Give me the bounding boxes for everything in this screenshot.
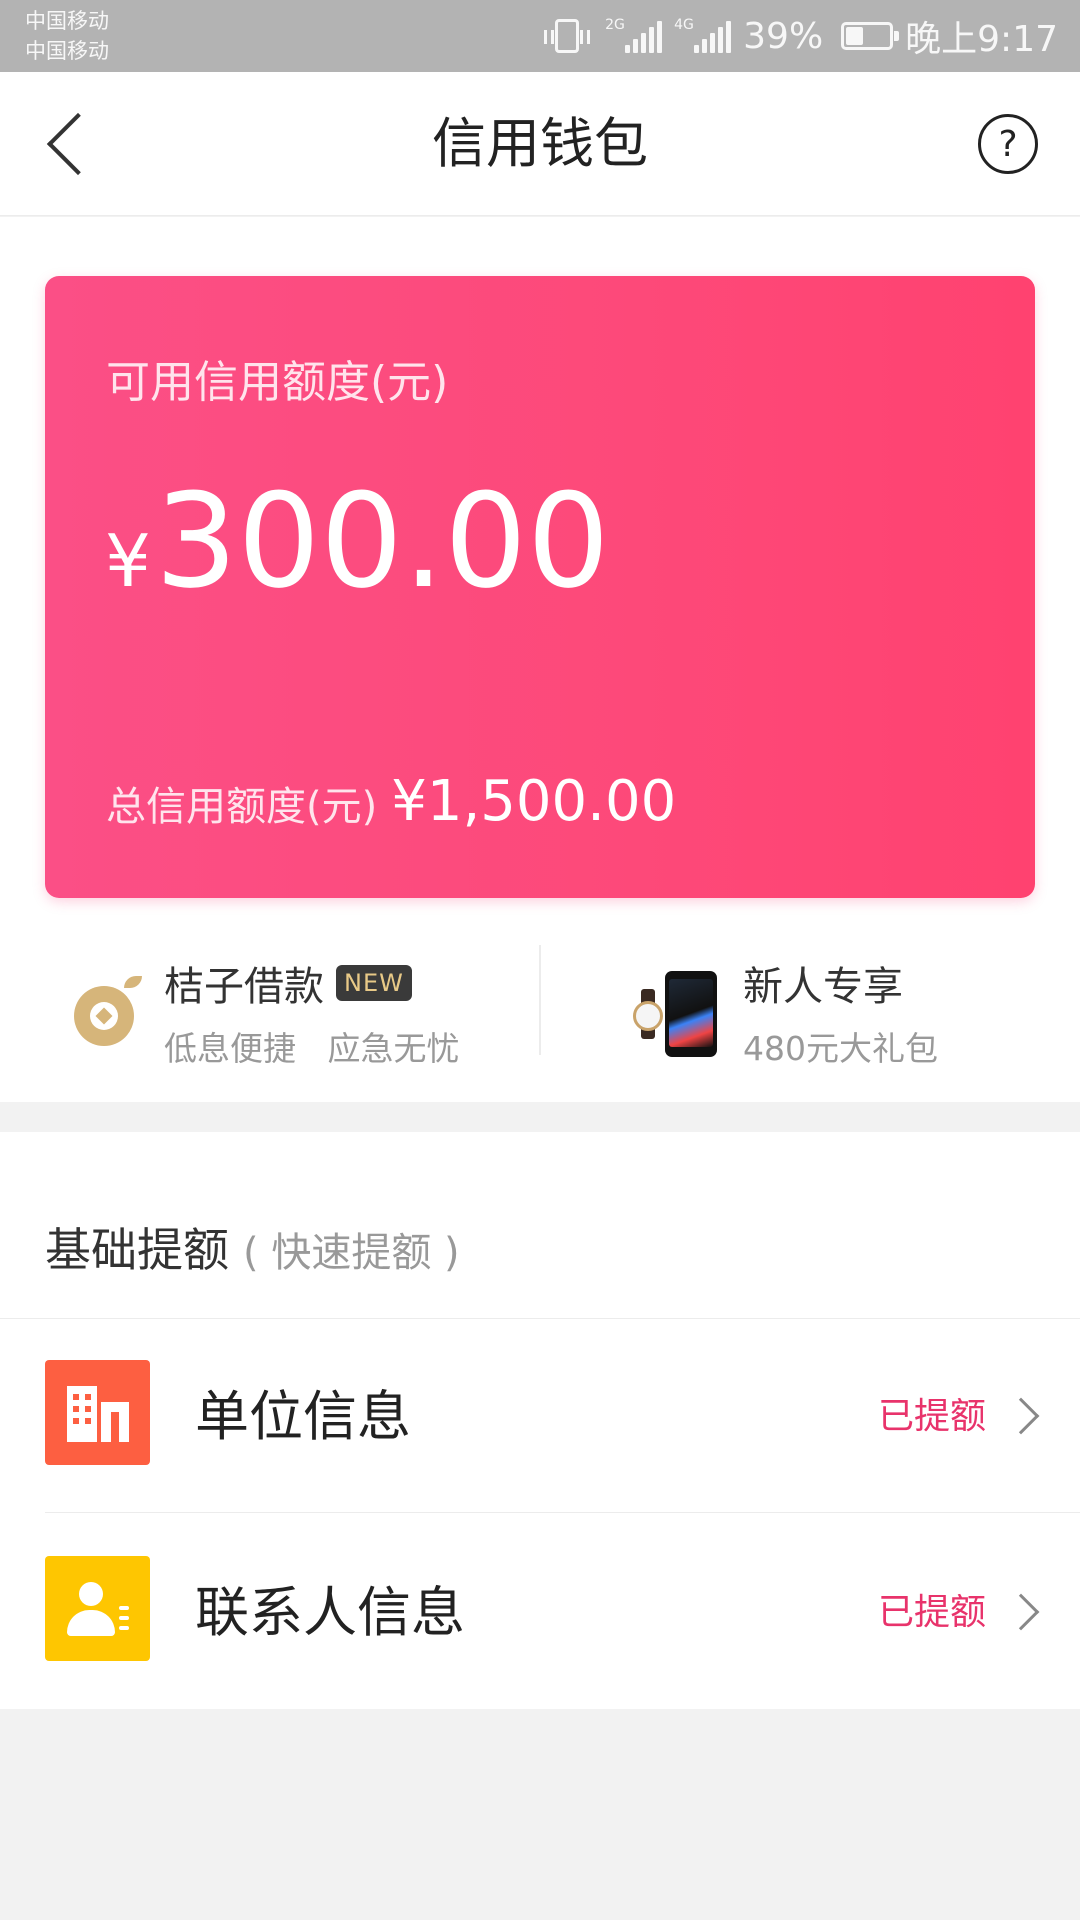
section-gap — [0, 1102, 1080, 1132]
phone-watch-icon — [631, 967, 721, 1057]
section-header: 基础提额 ( 快速提额 ) — [45, 1214, 460, 1280]
section-subtitle: ( 快速提额 ) — [243, 1230, 460, 1276]
new-badge: NEW — [336, 965, 412, 1001]
vibrate-icon — [544, 19, 591, 53]
item-status: 已提额 — [877, 1592, 986, 1633]
promo-newcomer-subtitle: 480元大礼包 — [743, 1029, 938, 1068]
network-type-1: 2G — [605, 17, 625, 33]
page-title: 信用钱包 — [432, 112, 648, 175]
carrier-2: 中国移动 — [25, 39, 109, 63]
row-divider — [45, 1512, 1080, 1513]
credit-boost-section: 基础提额 ( 快速提额 ) 单位信息 已提额 联系人信息 已提额 — [0, 1132, 1080, 1709]
battery-icon — [841, 22, 900, 50]
total-credit: 总信用额度(元) ¥1,500.00 — [106, 769, 676, 834]
list-item-company-info[interactable]: 单位信息 已提额 — [0, 1319, 1080, 1514]
carrier-1: 中国移动 — [25, 9, 109, 33]
nav-bar: 信用钱包 ? — [0, 72, 1080, 216]
promo-newcomer-title: 新人专享 — [743, 964, 903, 1010]
help-question-icon[interactable]: ? — [978, 114, 1038, 174]
list-item-contact-info[interactable]: 联系人信息 已提额 — [0, 1515, 1080, 1710]
available-amount-value: 300.00 — [154, 465, 610, 617]
available-credit-amount: ¥ 300.00 — [105, 476, 610, 606]
battery-fill — [846, 27, 864, 45]
orange-coin-icon — [70, 976, 142, 1048]
status-bar: 中国移动 中国移动 2G 4G 39% 晚上9:17 — [0, 0, 1080, 72]
clock: 晚上9:17 — [905, 19, 1058, 60]
item-status: 已提额 — [877, 1396, 986, 1437]
battery-percent: 39% — [743, 15, 824, 57]
section-title: 基础提额 — [45, 1223, 229, 1277]
promo-loan[interactable]: 桔子借款 NEW 低息便捷 应急无忧 — [0, 942, 540, 1082]
network-type-2: 4G — [674, 17, 694, 33]
available-credit-label: 可用信用额度(元) — [106, 357, 449, 408]
carrier-info: 中国移动 中国移动 — [25, 6, 109, 66]
currency-symbol: ¥ — [105, 519, 151, 603]
status-icons: 2G 4G 39% 晚上9:17 — [544, 0, 1058, 72]
promo-divider — [539, 945, 541, 1055]
building-icon — [45, 1360, 150, 1465]
item-label: 联系人信息 — [195, 1581, 465, 1644]
promo-loan-title: 桔子借款 — [164, 964, 324, 1010]
item-label: 单位信息 — [195, 1385, 411, 1448]
promo-loan-subtitle: 低息便捷 应急无忧 — [164, 1029, 460, 1068]
signal-icon-1: 2G — [605, 17, 663, 53]
total-credit-label: 总信用额度(元) — [106, 784, 378, 830]
promo-newcomer[interactable]: 新人专享 480元大礼包 — [541, 942, 1080, 1082]
contact-icon — [45, 1556, 150, 1661]
credit-card[interactable]: 可用信用额度(元) ¥ 300.00 总信用额度(元) ¥1,500.00 — [45, 276, 1035, 898]
total-credit-value: ¥1,500.00 — [391, 769, 677, 834]
chevron-right-icon — [1002, 1397, 1040, 1435]
signal-icon-2: 4G — [674, 17, 732, 53]
chevron-right-icon — [1002, 1593, 1040, 1631]
